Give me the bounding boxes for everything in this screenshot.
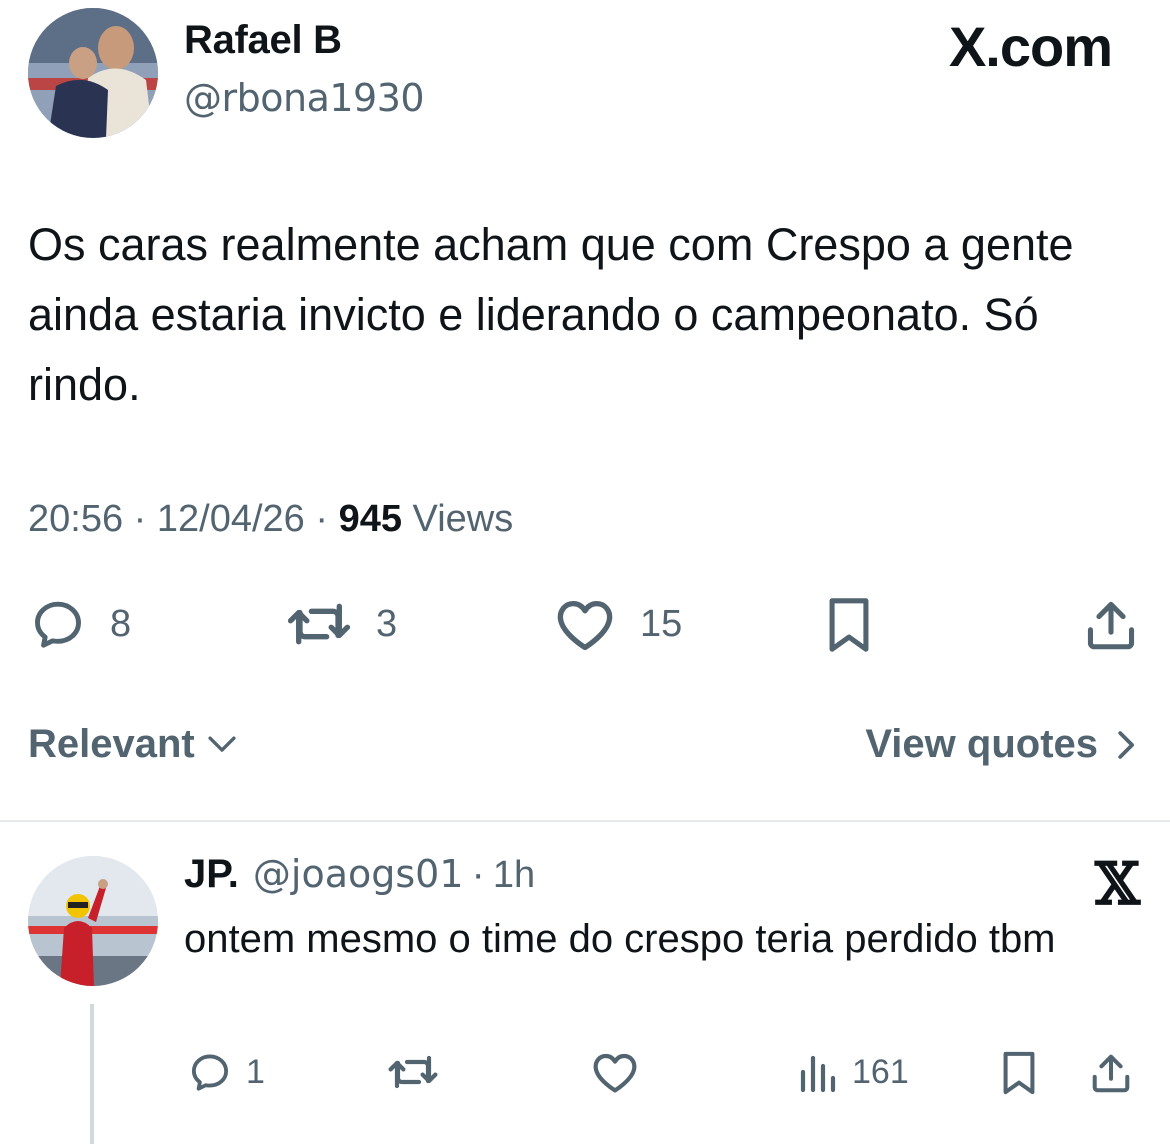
like-count: 15 — [640, 602, 683, 645]
divider — [0, 820, 1170, 822]
reply-author-handle[interactable]: @joaogs01 — [253, 852, 464, 896]
author-handle[interactable]: @rbona1930 — [184, 76, 425, 120]
views-count: 945 — [338, 498, 402, 540]
reply-text: ontem mesmo o time do crespo teria perdi… — [184, 917, 1056, 961]
views-bars-icon — [800, 1055, 836, 1093]
bookmark-icon — [1003, 1051, 1035, 1095]
reply-views-button[interactable]: 161 — [796, 1050, 909, 1094]
reply-author-name[interactable]: JP. — [184, 852, 239, 897]
meta-separator: · — [315, 498, 339, 540]
tweet-meta: 20:56 · 12/04/26 · 945 Views — [28, 498, 513, 541]
chevron-right-icon — [1118, 730, 1134, 759]
reply-views-count: 161 — [852, 1052, 909, 1091]
sort-dropdown[interactable]: Relevant — [28, 722, 239, 767]
tweet-time[interactable]: 20:56 — [28, 498, 123, 540]
reply-share-button[interactable] — [1088, 1050, 1134, 1096]
reply-button[interactable]: 8 — [28, 596, 131, 652]
share-button[interactable] — [1082, 596, 1140, 654]
reply-like-button[interactable] — [590, 1050, 640, 1094]
author-name[interactable]: Rafael B — [184, 18, 342, 63]
reply-retweet-button[interactable] — [386, 1050, 440, 1094]
retweet-count: 3 — [376, 602, 398, 645]
brand-logo: X.com — [948, 15, 1113, 78]
reply-reply-count: 1 — [246, 1052, 265, 1091]
reply-avatar[interactable] — [28, 856, 158, 986]
heart-icon — [557, 600, 613, 651]
view-quotes-label: View quotes — [865, 722, 1098, 766]
meta-separator: · — [471, 852, 485, 896]
bookmark-button[interactable] — [822, 596, 876, 654]
retweet-icon — [287, 603, 351, 645]
share-icon — [1087, 601, 1135, 650]
share-icon — [1092, 1054, 1130, 1093]
meta-separator: · — [133, 498, 157, 540]
reply-time[interactable]: 1h — [493, 854, 535, 897]
views-label: Views — [412, 498, 514, 540]
reply-header: JP. @joaogs01 · 1h — [184, 852, 535, 897]
heart-icon — [593, 1053, 637, 1093]
like-button[interactable]: 15 — [554, 596, 682, 652]
reply-count: 8 — [110, 602, 132, 645]
reply-reply-button[interactable]: 1 — [186, 1050, 265, 1094]
reply-bubble-icon — [191, 1054, 229, 1091]
retweet-button[interactable]: 3 — [286, 596, 397, 652]
chevron-down-icon — [208, 736, 236, 752]
bookmark-icon — [829, 598, 869, 652]
thread-line — [90, 1004, 94, 1144]
author-avatar[interactable] — [28, 8, 158, 138]
retweet-icon — [388, 1055, 438, 1089]
view-quotes-link[interactable]: View quotes — [865, 722, 1140, 767]
tweet-text: Os caras realmente acham que com Crespo … — [28, 219, 1074, 410]
tweet-date[interactable]: 12/04/26 — [157, 498, 305, 540]
reply-bubble-icon — [35, 601, 81, 648]
x-logo-icon: 𝕏 — [1094, 850, 1140, 918]
reply-bookmark-button[interactable] — [998, 1050, 1040, 1096]
sort-label: Relevant — [28, 722, 195, 766]
